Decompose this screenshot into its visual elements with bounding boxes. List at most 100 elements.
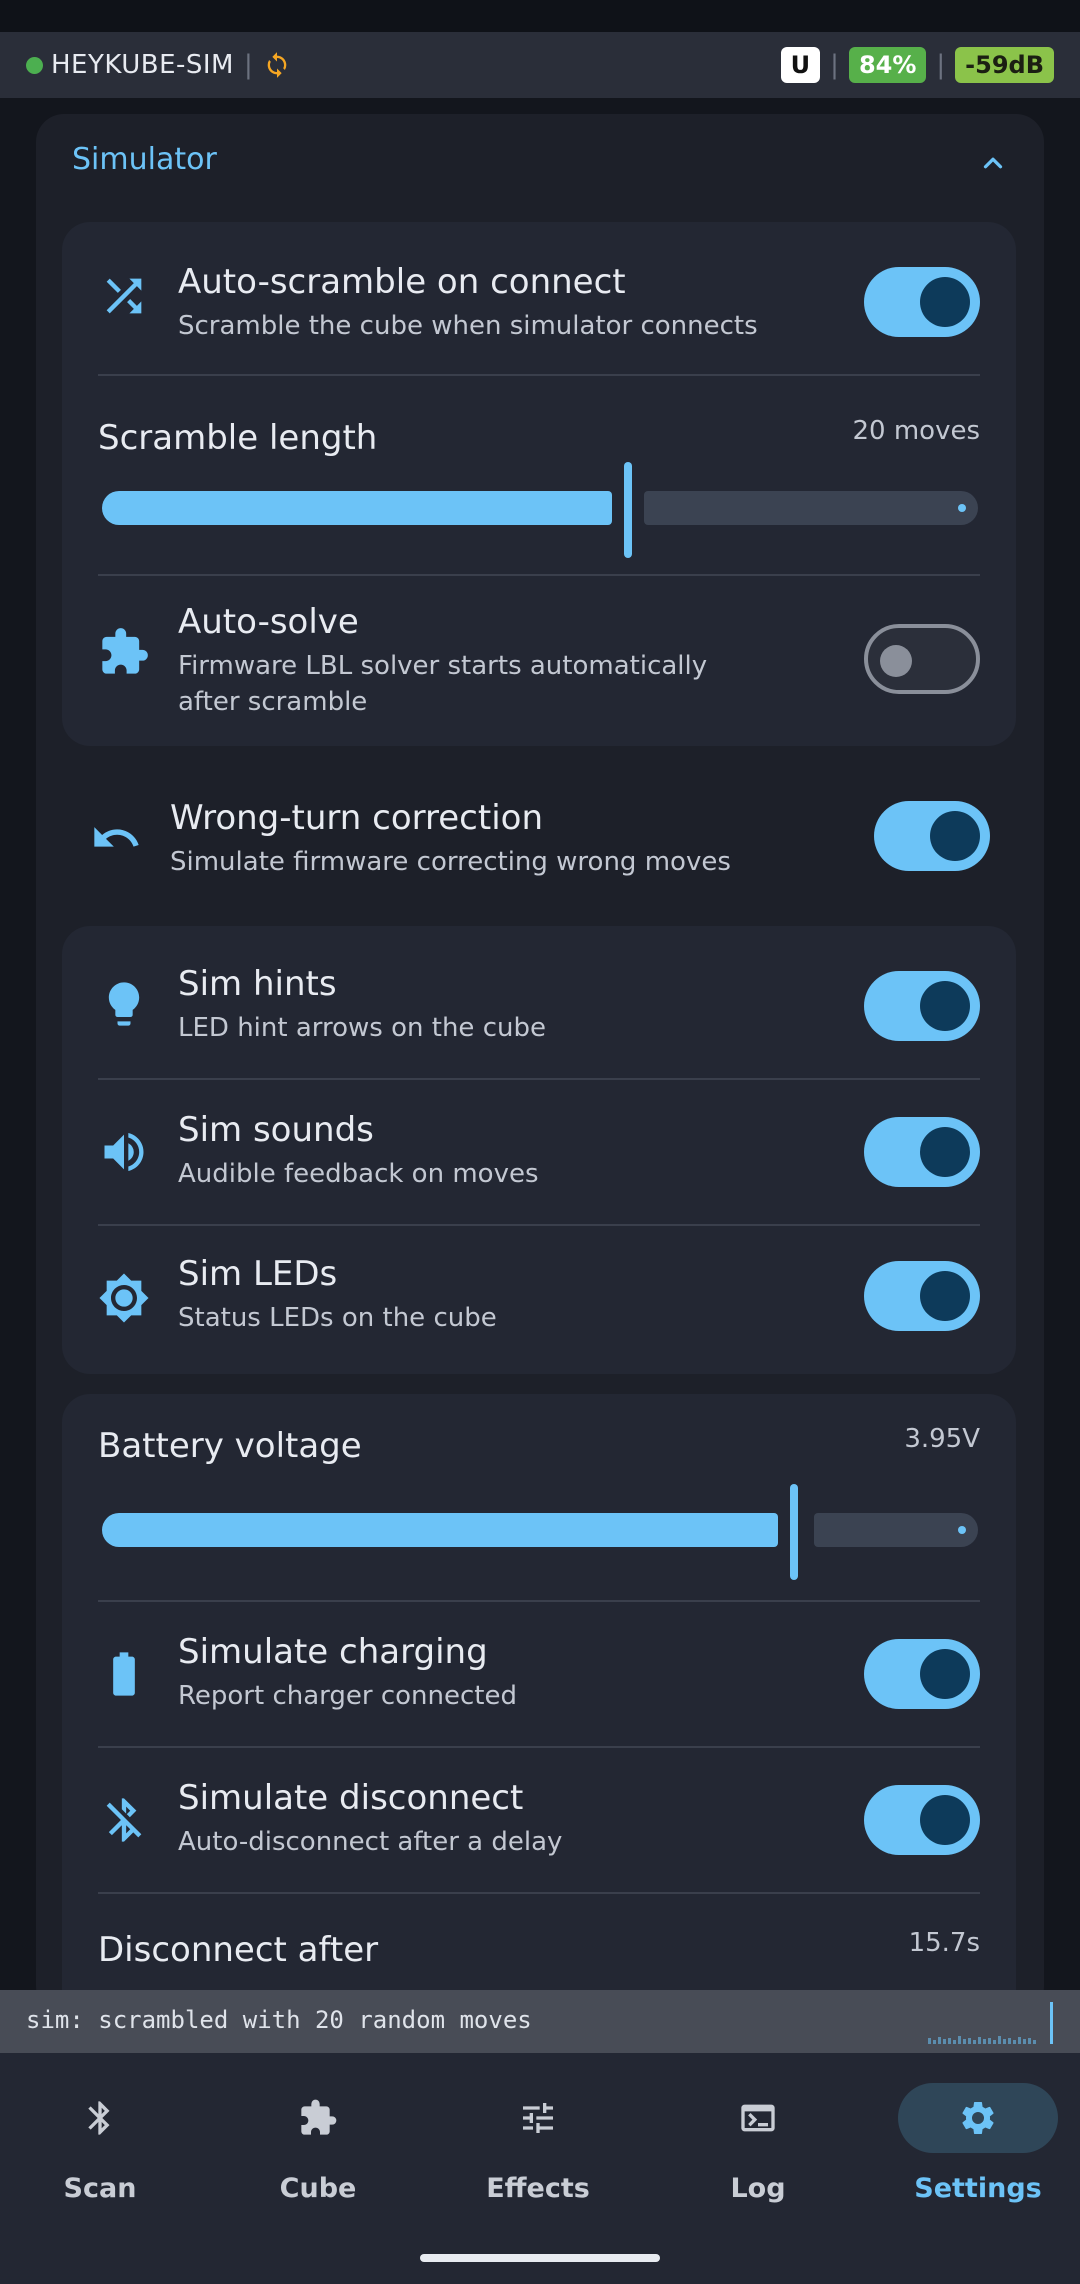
simulate-disconnect-toggle[interactable] [864, 1785, 980, 1855]
wrong-turn-subtitle: Simulate firmware correcting wrong moves [170, 847, 731, 877]
slider-active-track [102, 491, 612, 525]
section-title: Simulator [72, 142, 217, 177]
sim-hints-row[interactable]: Sim hints LED hint arrows on the cube [62, 926, 1016, 1078]
nav-item-cube[interactable]: Cube [218, 2083, 418, 2213]
system-status-strip [0, 0, 1080, 32]
sim-sounds-toggle[interactable] [864, 1117, 980, 1187]
toggle-knob [920, 1795, 970, 1845]
status-separator: | [830, 50, 839, 80]
power-settings-card: Battery voltage 3.95V Simulate charging … [62, 1394, 1016, 2090]
sim-hints-subtitle: LED hint arrows on the cube [178, 1013, 546, 1043]
battery-voltage-value: 3.95V [904, 1424, 980, 1454]
nav-item-scan[interactable]: Scan [0, 2083, 200, 2213]
auto-scramble-row[interactable]: Auto-scramble on connect Scramble the cu… [62, 222, 1016, 374]
slider-stop-indicator [958, 504, 966, 512]
scramble-settings-card: Auto-scramble on connect Scramble the cu… [62, 222, 1016, 746]
auto-solve-subtitle: Firmware LBL solver starts automatically… [178, 651, 708, 717]
signal-badge: -59dB [955, 47, 1054, 83]
u-badge: U [780, 47, 821, 83]
gear-icon [962, 2102, 994, 2134]
toggle-knob [920, 277, 970, 327]
nav-label: Settings [914, 2173, 1042, 2204]
brightness-icon [99, 1273, 149, 1323]
nav-label: Scan [63, 2173, 137, 2204]
simulate-disconnect-row[interactable]: Simulate disconnect Auto-disconnect afte… [62, 1748, 1016, 1892]
toggle-knob [920, 981, 970, 1031]
auto-solve-toggle[interactable] [864, 624, 980, 694]
battery-badge: 84% [848, 47, 927, 83]
nav-label: Effects [486, 2173, 590, 2204]
connection-status-bar: HEYKUBE-SIM | U | 84% | -59dB [0, 32, 1080, 98]
chevron-up-icon[interactable] [978, 148, 1008, 178]
nav-item-settings[interactable]: Settings [878, 2083, 1078, 2213]
auto-solve-title: Auto-solve [178, 602, 359, 642]
auto-scramble-subtitle: Scramble the cube when simulator connect… [178, 311, 758, 341]
slider-inactive-track [814, 1513, 978, 1547]
bottom-navigation: Scan Cube Effects Log Settings [0, 2053, 1080, 2284]
disconnect-after-label: Disconnect after [98, 1930, 379, 1970]
disconnect-after-value: 15.7s [908, 1928, 980, 1958]
nav-item-effects[interactable]: Effects [438, 2083, 638, 2213]
sim-hints-title: Sim hints [178, 964, 337, 1004]
sliders-icon [523, 2103, 553, 2133]
bluetooth-disabled-icon [106, 1798, 142, 1842]
simulate-charging-subtitle: Report charger connected [178, 1681, 517, 1711]
auto-scramble-title: Auto-scramble on connect [178, 262, 626, 302]
sim-sounds-title: Sim sounds [178, 1110, 374, 1150]
sync-icon[interactable] [263, 51, 291, 79]
scramble-length-slider[interactable] [102, 462, 978, 558]
wrong-turn-toggle[interactable] [874, 801, 990, 871]
nav-item-log[interactable]: Log [658, 2083, 858, 2213]
wrong-turn-title: Wrong-turn correction [170, 798, 543, 838]
battery-voltage-label: Battery voltage [98, 1426, 362, 1466]
toggle-knob [880, 645, 912, 677]
nav-label: Cube [279, 2173, 357, 2204]
connected-status-dot [26, 56, 43, 74]
sim-leds-toggle[interactable] [864, 1261, 980, 1331]
sim-hints-toggle[interactable] [864, 971, 980, 1041]
simulate-charging-toggle[interactable] [864, 1639, 980, 1709]
simulate-disconnect-subtitle: Auto-disconnect after a delay [178, 1827, 563, 1857]
bluetooth-icon [88, 2101, 110, 2135]
slider-thumb[interactable] [624, 462, 632, 558]
console-message: sim: scrambled with 20 random moves [26, 2006, 532, 2034]
sim-feedback-card: Sim hints LED hint arrows on the cube Si… [62, 926, 1016, 1374]
battery-voltage-slider[interactable] [102, 1484, 978, 1580]
console-log-strip[interactable]: sim: scrambled with 20 random moves [0, 1990, 1080, 2053]
status-separator: | [936, 50, 946, 80]
volume-icon [104, 1132, 144, 1172]
slider-inactive-track [644, 491, 978, 525]
shuffle-icon [106, 278, 142, 314]
toggle-knob [930, 811, 980, 861]
activity-sparkline [928, 2002, 1053, 2044]
slider-thumb[interactable] [790, 1484, 798, 1580]
auto-scramble-toggle[interactable] [864, 267, 980, 337]
terminal-icon [741, 2104, 775, 2132]
simulate-disconnect-title: Simulate disconnect [178, 1778, 524, 1818]
sim-sounds-row[interactable]: Sim sounds Audible feedback on moves [62, 1080, 1016, 1224]
toggle-knob [920, 1649, 970, 1699]
toggle-knob [920, 1271, 970, 1321]
sim-sounds-subtitle: Audible feedback on moves [178, 1159, 539, 1189]
scramble-length-label: Scramble length [98, 418, 378, 458]
simulator-section-header[interactable]: Simulator [36, 128, 1044, 198]
auto-solve-row[interactable]: Auto-solve Firmware LBL solver starts au… [62, 576, 1016, 746]
simulate-charging-title: Simulate charging [178, 1632, 488, 1672]
home-indicator[interactable] [420, 2254, 660, 2262]
slider-active-track [102, 1513, 778, 1547]
sim-leds-row[interactable]: Sim LEDs Status LEDs on the cube [62, 1226, 1016, 1374]
puzzle-icon [102, 628, 148, 674]
slider-stop-indicator [958, 1526, 966, 1534]
undo-icon [94, 827, 139, 847]
lightbulb-icon [108, 982, 140, 1026]
status-separator: | [244, 50, 253, 80]
battery-voltage-row: Battery voltage 3.95V [62, 1394, 1016, 1600]
scramble-length-row: Scramble length 20 moves [62, 376, 1016, 574]
puzzle-icon [301, 2099, 337, 2135]
scramble-length-value: 20 moves [852, 416, 980, 446]
nav-label: Log [730, 2173, 786, 2204]
simulate-charging-row[interactable]: Simulate charging Report charger connect… [62, 1602, 1016, 1746]
battery-charging-icon [113, 1652, 135, 1696]
toggle-knob [920, 1127, 970, 1177]
wrong-turn-row[interactable]: Wrong-turn correction Simulate firmware … [36, 768, 1044, 908]
